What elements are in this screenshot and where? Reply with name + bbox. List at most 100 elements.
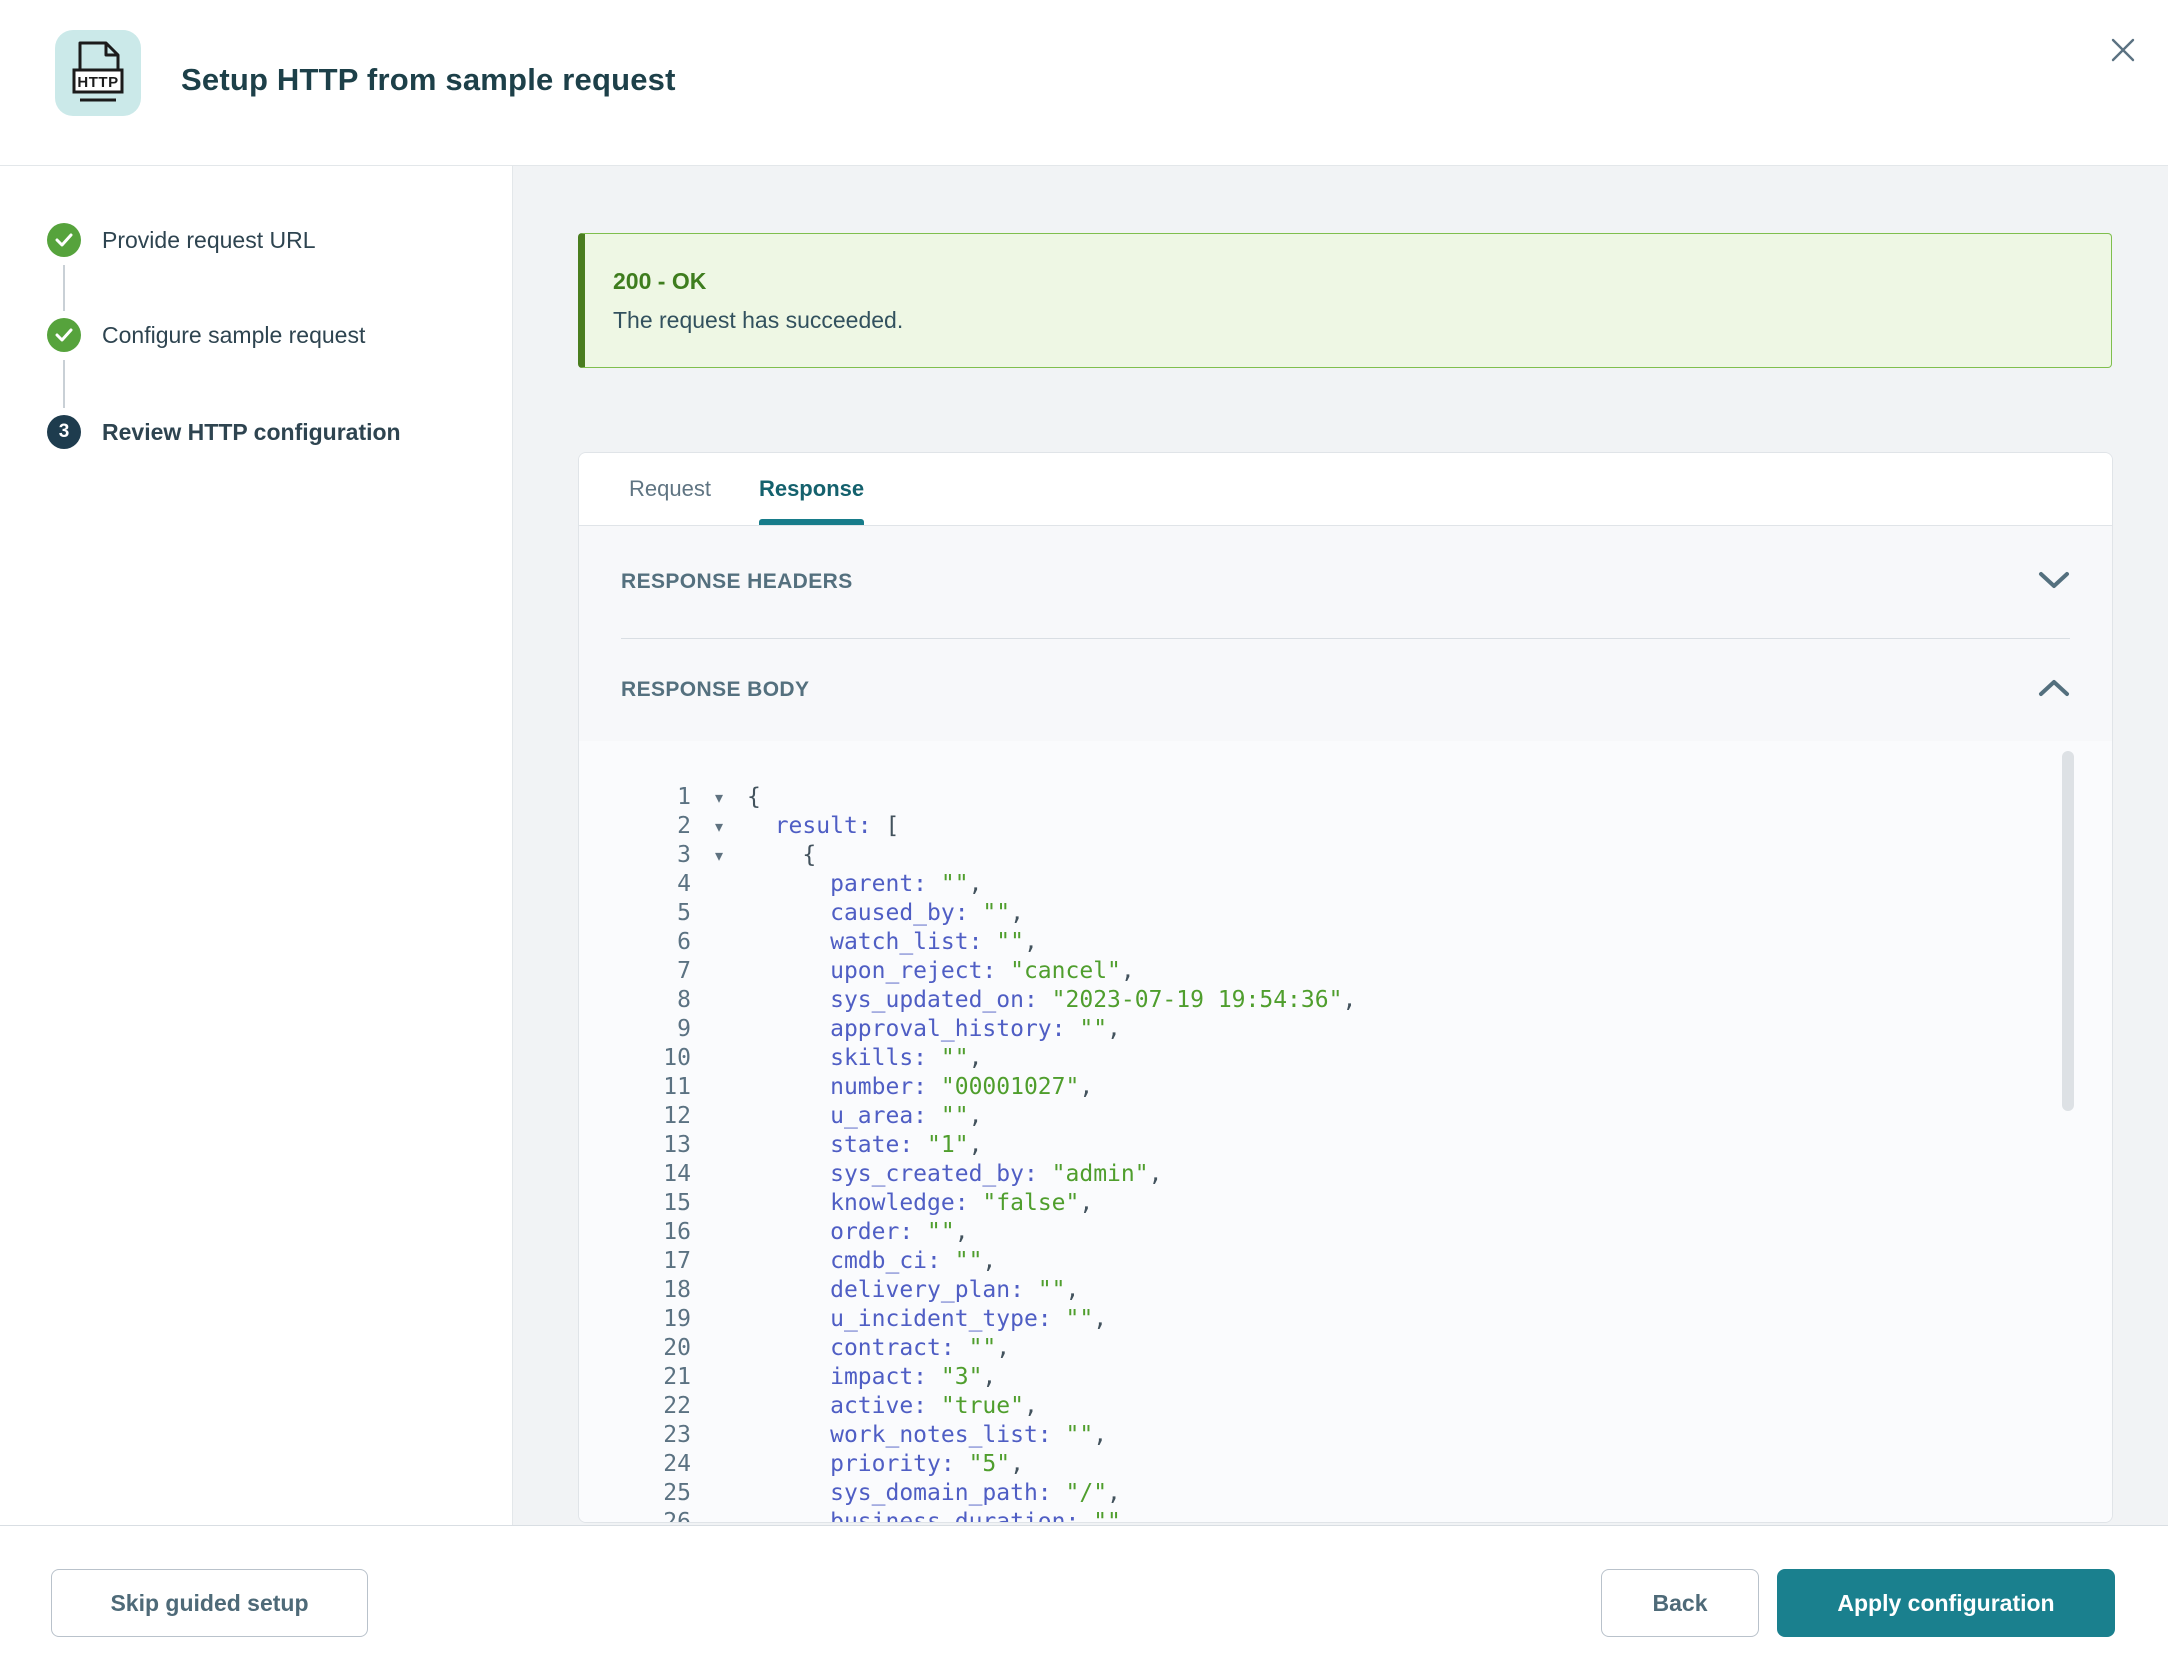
collapse-spacer	[691, 1305, 747, 1334]
response-body-toggle[interactable]: RESPONSE BODY	[579, 639, 2112, 741]
code-text: sys_updated_on: "2023-07-19 19:54:36",	[747, 986, 1356, 1015]
close-button[interactable]	[2100, 28, 2146, 74]
collapse-spacer	[691, 1421, 747, 1450]
tab-bar: Request Response	[579, 453, 2112, 526]
response-body-code-viewer: 1▾{2▾ result: [3▾ {4 parent: "",5 caused…	[579, 741, 2112, 1522]
collapse-toggle-icon[interactable]: ▾	[691, 812, 747, 841]
collapse-toggle-icon[interactable]: ▾	[691, 783, 747, 812]
code-text: watch_list: "",	[747, 928, 1038, 957]
line-number: 6	[579, 928, 691, 957]
code-line: 25 sys_domain_path: "/",	[579, 1479, 2112, 1508]
step-complete-check-icon	[47, 318, 81, 352]
step-complete-check-icon	[47, 223, 81, 257]
dialog-footer: Skip guided setup Back Apply configurati…	[0, 1525, 2168, 1666]
close-icon	[2110, 37, 2136, 66]
step-label: Configure sample request	[102, 322, 365, 349]
code-text: sys_domain_path: "/",	[747, 1479, 1121, 1508]
line-number: 2	[579, 812, 691, 841]
step-label: Provide request URL	[102, 227, 316, 254]
code-text: u_area: "",	[747, 1102, 982, 1131]
code-text: skills: "",	[747, 1044, 982, 1073]
code-scrollbar-thumb[interactable]	[2062, 751, 2074, 1111]
line-number: 17	[579, 1247, 691, 1276]
code-text: impact: "3",	[747, 1363, 996, 1392]
line-number: 11	[579, 1073, 691, 1102]
http-file-icon: HTTP	[55, 30, 141, 116]
line-number: 12	[579, 1102, 691, 1131]
code-line: 16 order: "",	[579, 1218, 2112, 1247]
collapse-spacer	[691, 899, 747, 928]
step-connector	[63, 265, 65, 311]
collapse-spacer	[691, 1131, 747, 1160]
code-line: 7 upon_reject: "cancel",	[579, 957, 2112, 986]
line-number: 8	[579, 986, 691, 1015]
code-text: sys_created_by: "admin",	[747, 1160, 1162, 1189]
code-text: cmdb_ci: "",	[747, 1247, 996, 1276]
line-number: 20	[579, 1334, 691, 1363]
apply-configuration-button[interactable]: Apply configuration	[1777, 1569, 2115, 1637]
code-text: result: [	[747, 812, 899, 841]
chevron-up-icon	[2038, 679, 2070, 702]
code-line: 26 business_duration: "",	[579, 1508, 2112, 1522]
step-configure-sample-request[interactable]: Configure sample request	[47, 318, 365, 352]
status-code: 200 - OK	[613, 268, 2111, 295]
line-number: 3	[579, 841, 691, 870]
collapse-spacer	[691, 1247, 747, 1276]
code-line: 1▾{	[579, 783, 2112, 812]
collapse-spacer	[691, 1102, 747, 1131]
collapse-spacer	[691, 1479, 747, 1508]
code-line: 10 skills: "",	[579, 1044, 2112, 1073]
collapse-spacer	[691, 957, 747, 986]
code-text: upon_reject: "cancel",	[747, 957, 1135, 986]
code-text: contract: "",	[747, 1334, 1010, 1363]
step-provide-request-url[interactable]: Provide request URL	[47, 223, 316, 257]
dialog-header: HTTP Setup HTTP from sample request	[0, 0, 2168, 166]
line-number: 13	[579, 1131, 691, 1160]
tab-request[interactable]: Request	[629, 453, 711, 525]
line-number: 19	[579, 1305, 691, 1334]
success-banner: 200 - OK The request has succeeded.	[578, 233, 2112, 368]
tab-response[interactable]: Response	[759, 453, 864, 525]
code-text: number: "00001027",	[747, 1073, 1093, 1102]
code-line: 20 contract: "",	[579, 1334, 2112, 1363]
line-number: 21	[579, 1363, 691, 1392]
step-number-badge: 3	[47, 415, 81, 449]
code-text: order: "",	[747, 1218, 969, 1247]
collapse-spacer	[691, 1015, 747, 1044]
line-number: 4	[579, 870, 691, 899]
collapse-spacer	[691, 1276, 747, 1305]
collapse-spacer	[691, 1508, 747, 1522]
dialog-title: Setup HTTP from sample request	[181, 0, 676, 160]
code-lines: 1▾{2▾ result: [3▾ {4 parent: "",5 caused…	[579, 783, 2112, 1522]
collapse-spacer	[691, 928, 747, 957]
line-number: 15	[579, 1189, 691, 1218]
code-line: 21 impact: "3",	[579, 1363, 2112, 1392]
setup-http-dialog: HTTP Setup HTTP from sample request Prov…	[0, 0, 2168, 1666]
line-number: 24	[579, 1450, 691, 1479]
line-number: 14	[579, 1160, 691, 1189]
code-line: 19 u_incident_type: "",	[579, 1305, 2112, 1334]
code-text: delivery_plan: "",	[747, 1276, 1079, 1305]
code-line: 23 work_notes_list: "",	[579, 1421, 2112, 1450]
code-text: caused_by: "",	[747, 899, 1024, 928]
guided-setup-steps: Provide request URL Configure sample req…	[0, 166, 513, 1525]
collapse-spacer	[691, 1363, 747, 1392]
step-connector	[63, 360, 65, 408]
code-line: 6 watch_list: "",	[579, 928, 2112, 957]
line-number: 7	[579, 957, 691, 986]
code-line: 3▾ {	[579, 841, 2112, 870]
skip-guided-setup-button[interactable]: Skip guided setup	[51, 1569, 368, 1637]
code-text: business_duration: "",	[747, 1508, 1135, 1522]
code-line: 9 approval_history: "",	[579, 1015, 2112, 1044]
section-title: RESPONSE HEADERS	[621, 570, 853, 594]
step-review-http-configuration[interactable]: 3 Review HTTP configuration	[47, 415, 401, 449]
collapse-toggle-icon[interactable]: ▾	[691, 841, 747, 870]
back-button[interactable]: Back	[1601, 1569, 1759, 1637]
code-text: parent: "",	[747, 870, 982, 899]
collapse-spacer	[691, 1450, 747, 1479]
line-number: 23	[579, 1421, 691, 1450]
collapse-spacer	[691, 1160, 747, 1189]
response-headers-toggle[interactable]: RESPONSE HEADERS	[579, 526, 2112, 638]
line-number: 22	[579, 1392, 691, 1421]
code-line: 22 active: "true",	[579, 1392, 2112, 1421]
